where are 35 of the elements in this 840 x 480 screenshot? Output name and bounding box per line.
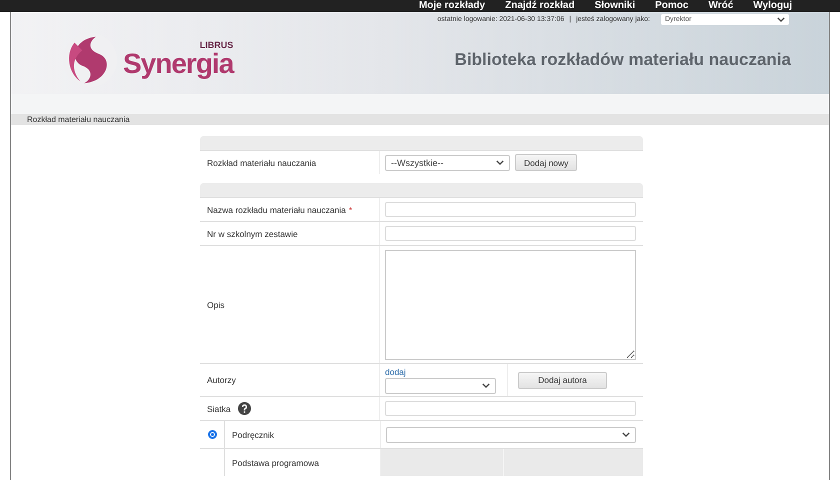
- chevron-down-icon: [496, 160, 504, 165]
- input-field[interactable]: [385, 226, 636, 241]
- description-textarea[interactable]: [385, 250, 636, 360]
- textbook-select[interactable]: [386, 426, 636, 442]
- field-label: Opis: [207, 300, 224, 310]
- field-label: Siatka: [207, 404, 231, 414]
- section-title: Rozkład materiału nauczania: [27, 115, 130, 124]
- add-link[interactable]: dodaj: [385, 366, 507, 376]
- add-author-button[interactable]: Dodaj autora: [518, 372, 607, 388]
- add-new-button[interactable]: Dodaj nowy: [515, 154, 578, 171]
- logo-name-text: Synergia: [123, 50, 234, 78]
- field-label: Nr w szkolnym zestawie: [207, 228, 298, 238]
- nav-link[interactable]: Słowniki: [594, 0, 636, 12]
- required-mark: *: [348, 204, 352, 214]
- schedule-select[interactable]: --Wszystkie--: [385, 154, 510, 170]
- nav-link[interactable]: Wróć: [708, 0, 734, 12]
- help-icon[interactable]: [238, 402, 251, 415]
- chevron-down-icon: [777, 17, 785, 22]
- radio-button[interactable]: [208, 430, 216, 439]
- field-label: Rozkład materiału nauczania: [207, 158, 316, 168]
- author-select[interactable]: [385, 378, 496, 394]
- input-field[interactable]: [385, 202, 636, 217]
- nav-link[interactable]: Pomoc: [655, 0, 688, 12]
- chevron-down-icon: [482, 383, 490, 388]
- field-label: Podstawa programowa: [232, 458, 319, 468]
- field-label: Podręcznik: [232, 430, 274, 440]
- nav-link[interactable]: Wyloguj: [753, 0, 792, 12]
- page-title: Biblioteka rozkładów materiału nauczania: [454, 50, 791, 70]
- logo-brand-text: LIBRUS: [200, 41, 234, 50]
- chevron-down-icon: [622, 432, 630, 437]
- field-label: Autorzy: [207, 375, 236, 385]
- input-field[interactable]: [385, 401, 636, 416]
- nav-link[interactable]: Znajdź rozkład: [505, 0, 575, 12]
- nav-link[interactable]: Moje rozkłady: [418, 0, 486, 12]
- field-label: Nazwa rozkładu materiału nauczania: [207, 204, 346, 214]
